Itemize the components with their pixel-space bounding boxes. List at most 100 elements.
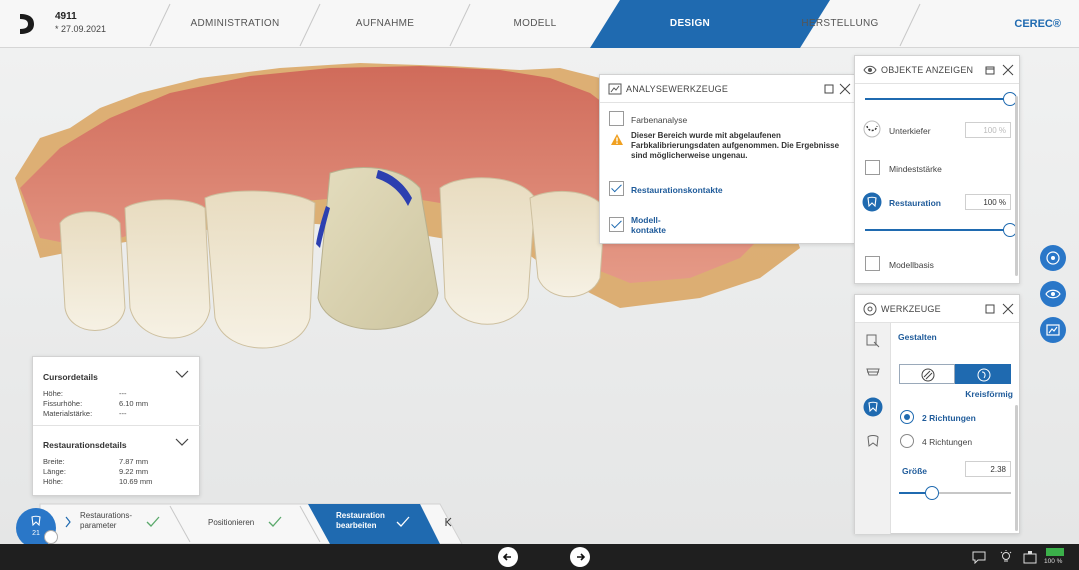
mindeststaerke-checkbox[interactable] (865, 160, 880, 175)
modellbasis-checkbox[interactable] (865, 256, 880, 271)
lower-jaw-icon (863, 120, 881, 138)
warning-line-1: Dieser Bereich wurde mit abgelaufenen (631, 131, 781, 140)
warning-line-2: Farbkalibrierungsdaten aufgenommen. Die … (631, 141, 840, 150)
tab-modell[interactable]: MODELL (470, 0, 600, 48)
check-icon (268, 516, 282, 527)
close-icon[interactable] (838, 82, 852, 96)
chevron-down-icon[interactable] (175, 437, 189, 447)
analysis-icon (608, 83, 622, 95)
calibration-warning: Dieser Bereich wurde mit abgelaufenen Fa… (631, 131, 839, 161)
bottom-bar: 100 % (0, 544, 1079, 570)
cursor-row-material-value: --- (119, 409, 127, 418)
kreisfoermig-label: Kreisförmig (965, 389, 1013, 399)
gestalten-label: Gestalten (898, 332, 937, 342)
camera-icon[interactable] (1022, 549, 1038, 565)
next-step-button[interactable] (570, 547, 590, 567)
light-bulb-icon[interactable] (998, 549, 1014, 565)
4-richtungen-label: 4 Richtungen (922, 437, 973, 447)
objects-scrollbar[interactable] (1015, 96, 1018, 276)
tool-contact-icon[interactable] (865, 433, 881, 449)
tools-panel: WERKZEUGE Gestalten Kreisförmig 2 Richtu… (854, 294, 1020, 534)
tools-scrollbar[interactable] (1015, 405, 1018, 531)
color-analysis-label: Farbenanalyse (631, 115, 688, 125)
minimize-icon[interactable] (983, 63, 997, 77)
modellbasis-label: Modellbasis (889, 260, 934, 270)
restoration-row-height-value: 10.69 mm (119, 477, 153, 486)
tab-administration[interactable]: ADMINISTRATION (170, 0, 300, 48)
chevron-down-icon[interactable] (175, 369, 189, 379)
objects-panel-title: OBJEKTE ANZEIGEN (881, 65, 974, 75)
model-contacts-label: Modell- kontakte (631, 215, 666, 235)
mindeststaerke-label: Mindeststärke (889, 164, 942, 174)
cursor-row-height-value: --- (119, 389, 127, 398)
circular-mode-button[interactable] (955, 364, 1011, 384)
model-contacts-line-1: Modell- (631, 215, 661, 225)
details-panel: Cursordetails Höhe: --- Fissurhöhe: 6.10… (32, 356, 201, 496)
previous-step-button[interactable] (498, 547, 518, 567)
model-contacts-line-2: kontakte (631, 225, 666, 235)
shape-mode-button[interactable] (899, 364, 955, 384)
restoration-row-height-label: Höhe: (43, 477, 64, 486)
unterkiefer-label: Unterkiefer (889, 126, 931, 136)
size-input[interactable]: 2.38 (965, 461, 1011, 477)
color-analysis-checkbox[interactable] (609, 111, 624, 126)
tab-design[interactable]: DESIGN (620, 0, 760, 48)
analysis-panel-title: ANALYSEWERKZEUGE (626, 84, 729, 94)
tools-icon (1046, 251, 1060, 265)
step-restoration-edit[interactable]: Restauration bearbeiten (336, 511, 385, 531)
step-positionieren[interactable]: Positionieren (208, 518, 254, 527)
view-objects-button[interactable] (1040, 281, 1066, 307)
analysis-tools-button[interactable] (1040, 317, 1066, 343)
circular-icon (977, 368, 991, 382)
arrow-left-icon (502, 553, 511, 561)
maximize-icon[interactable] (822, 82, 836, 96)
step-restoration-parameter[interactable]: Restaurations- parameter (80, 511, 132, 531)
restoration-row-length-value: 9.22 mm (119, 467, 149, 476)
restauration-opacity-input[interactable]: 100 % (965, 194, 1011, 210)
step-restoration-parameter-line-2: parameter (80, 521, 117, 530)
unterkiefer-opacity-input[interactable]: 100 % (965, 122, 1011, 138)
model-contacts-checkbox[interactable] (609, 217, 624, 232)
tab-herstellung[interactable]: HERSTELLUNG (775, 0, 905, 48)
warning-line-3: sind möglicherweise ungenau. (631, 151, 748, 160)
maximize-icon[interactable] (983, 302, 997, 316)
eye-icon (863, 65, 877, 75)
show-objects-panel: OBJEKTE ANZEIGEN Unterkiefer 100 % Minde… (854, 55, 1020, 284)
smile-design-button[interactable] (1040, 245, 1066, 271)
tool-cursor-icon[interactable] (865, 333, 881, 349)
size-slider[interactable] (899, 486, 1011, 500)
restoration-contacts-checkbox[interactable] (609, 181, 624, 196)
divider (33, 425, 201, 426)
tools-panel-header: WERKZEUGE (855, 295, 1019, 323)
close-icon[interactable] (1001, 63, 1015, 77)
check-icon (396, 516, 410, 527)
skip-back-icon[interactable] (444, 517, 452, 527)
battery-level: 100 % (1044, 558, 1063, 565)
restoration-row-width-label: Breite: (43, 457, 65, 466)
restauration-label: Restauration (889, 198, 941, 208)
eye-icon (1045, 289, 1061, 299)
tools-sidebar (855, 323, 891, 534)
close-icon[interactable] (1001, 302, 1015, 316)
objects-panel-header: OBJEKTE ANZEIGEN (855, 56, 1019, 84)
tab-aufnahme[interactable]: AUFNAHME (320, 0, 450, 48)
radio-2-richtungen[interactable] (900, 410, 914, 424)
master-opacity-slider[interactable] (865, 92, 1017, 106)
workflow-steps: 21 Restaurations- parameter Positioniere… (0, 500, 480, 548)
restoration-details-title: Restaurationsdetails (43, 440, 127, 450)
tool-shape-icon[interactable] (865, 363, 881, 379)
cursor-row-material-label: Materialstärke: (43, 409, 93, 418)
tools-icon (863, 302, 877, 316)
top-navigation-bar: 4911 * 27.09.2021 ADMINISTRATION AUFNAHM… (0, 0, 1079, 48)
restoration-tooth-icon[interactable] (862, 192, 882, 212)
tooth-icon (31, 515, 41, 527)
restoration-opacity-slider[interactable] (865, 223, 1017, 237)
tooth-done-check (44, 530, 58, 544)
radio-4-richtungen[interactable] (900, 434, 914, 448)
chat-icon[interactable] (972, 550, 986, 564)
step-restoration-edit-line-1: Restauration (336, 511, 385, 520)
arrow-right-icon (577, 553, 586, 561)
cursor-details-title: Cursordetails (43, 372, 98, 382)
3d-viewport[interactable]: ANALYSEWERKZEUGE Farbenanalyse Dieser Be… (0, 48, 1079, 544)
tool-form-icon[interactable] (863, 397, 883, 417)
